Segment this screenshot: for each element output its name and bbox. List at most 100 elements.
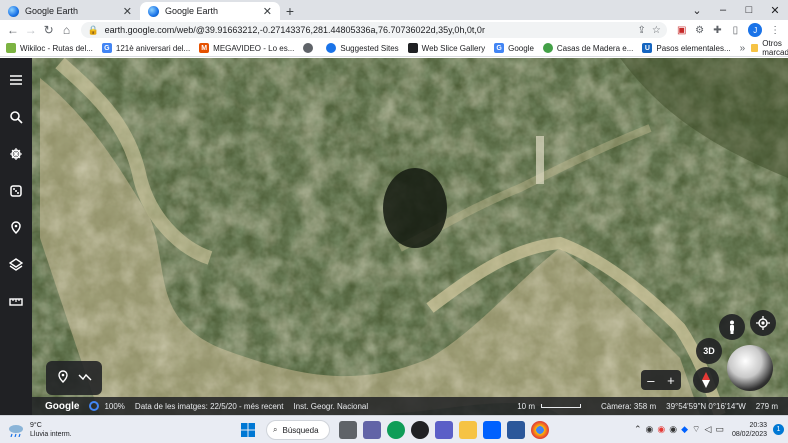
- reload-icon[interactable]: ↻: [40, 21, 58, 39]
- new-tab-button[interactable]: +: [280, 2, 300, 20]
- profile-avatar[interactable]: J: [748, 23, 763, 37]
- camera-altitude: Càmera: 358 m: [601, 401, 657, 411]
- measure-ruler-icon[interactable]: [4, 290, 28, 314]
- browser-toolbar: ← → ↻ ⌂ 🔒 earth.google.com/web/@39.91663…: [0, 20, 788, 40]
- maximize-button[interactable]: □: [736, 0, 762, 20]
- unknown-app-icon[interactable]: [411, 421, 429, 439]
- google-earth-favicon-icon: [148, 5, 159, 17]
- bookmark-item[interactable]: G 121è aniversari del...: [101, 43, 190, 53]
- extensions-puzzle-icon[interactable]: ✚: [709, 21, 727, 39]
- menu-hamburger-icon[interactable]: [4, 68, 28, 92]
- projects-pin-icon[interactable]: [4, 216, 28, 240]
- forward-arrow-icon[interactable]: →: [22, 21, 40, 39]
- app-icon[interactable]: [507, 421, 525, 439]
- dice-feeling-lucky-icon[interactable]: [4, 179, 28, 203]
- bookmark-item[interactable]: G Google: [494, 43, 534, 53]
- compass-icon[interactable]: [693, 367, 719, 393]
- file-explorer-icon[interactable]: [459, 421, 477, 439]
- task-view-icon[interactable]: [339, 421, 357, 439]
- bookmark-item[interactable]: Wikiloc - Rutas del...: [6, 43, 93, 53]
- google-logo: Google: [45, 400, 80, 412]
- other-bookmarks-folder[interactable]: Otros marcadores: [751, 39, 788, 57]
- dropbox-tray-icon[interactable]: ◆: [681, 424, 688, 435]
- draw-line-path-icon[interactable]: [78, 372, 92, 385]
- bookmark-item[interactable]: Suggested Sites: [326, 43, 399, 53]
- tray-app-icon[interactable]: ◉: [657, 424, 665, 435]
- chevron-up-icon[interactable]: ⌃: [634, 424, 642, 435]
- tray-app-icon[interactable]: ◉: [669, 424, 677, 435]
- loading-indicator-icon: [89, 401, 100, 411]
- my-location-icon[interactable]: [750, 310, 776, 336]
- voyager-ship-wheel-icon[interactable]: [4, 142, 28, 166]
- pasos-icon: U: [642, 43, 653, 53]
- search-icon: ⌕: [273, 425, 278, 434]
- tray-app-icon[interactable]: ◉: [646, 424, 654, 435]
- clock[interactable]: 20:33 08/02/2023: [732, 421, 767, 439]
- minimize-button[interactable]: –: [710, 0, 736, 20]
- dropbox-icon[interactable]: [483, 421, 501, 439]
- satellite-imagery[interactable]: [0, 58, 788, 415]
- lock-icon: 🔒: [87, 24, 99, 35]
- bookmark-star-icon[interactable]: ☆: [652, 25, 661, 36]
- scale-label: 10 m: [517, 401, 535, 411]
- battery-icon[interactable]: ▭: [715, 424, 724, 435]
- bookmark-item[interactable]: Casas de Madera e...: [542, 43, 633, 53]
- google-earth-favicon-icon: [8, 5, 19, 17]
- loading-percent: 100%: [104, 401, 125, 411]
- tab-title: Google Earth: [25, 6, 79, 16]
- zoom-controls: – +: [641, 370, 681, 390]
- share-icon[interactable]: ⇪: [637, 25, 645, 36]
- tab-close-icon[interactable]: ✕: [123, 5, 132, 18]
- extension-icon[interactable]: ▣: [673, 21, 691, 39]
- tab-title: Google Earth: [165, 6, 219, 16]
- extension-icon[interactable]: ⚙: [691, 21, 709, 39]
- menu-kebab-icon[interactable]: ⋮: [766, 21, 784, 39]
- weather-widget[interactable]: 9°C Lluvia interm.: [8, 421, 72, 439]
- tab-close-icon[interactable]: ✕: [263, 5, 272, 18]
- address-bar[interactable]: 🔒 earth.google.com/web/@39.91663212,-0.2…: [81, 22, 667, 38]
- taskbar-apps: ⌕ Búsqueda: [236, 419, 552, 441]
- imagery-attribution: Inst. Geogr. Nacional: [293, 401, 369, 411]
- bookmark-item[interactable]: U Pasos elementales...: [642, 43, 731, 53]
- tab-search-button[interactable]: ⌄: [684, 0, 710, 20]
- tab-google-earth-2[interactable]: Google Earth ✕: [140, 2, 280, 20]
- volume-icon[interactable]: ◁: [705, 424, 712, 435]
- bookmark-item[interactable]: Web Slice Gallery: [407, 43, 485, 53]
- bookmarks-bar: Wikiloc - Rutas del... G 121è aniversari …: [0, 39, 788, 57]
- url-text: earth.google.com/web/@39.91663212,-0.271…: [104, 25, 485, 35]
- add-placemark-pin-icon[interactable]: [57, 369, 69, 387]
- windows-taskbar: 9°C Lluvia interm. ⌕ Búsqueda ⌃ ◉ ◉ ◉ ◆ ⌔…: [0, 415, 788, 443]
- wifi-icon[interactable]: ⌔: [692, 424, 700, 435]
- weather-temp: 9°C: [30, 421, 42, 429]
- app-icon[interactable]: [435, 421, 453, 439]
- bookmarks-overflow-chevron-icon[interactable]: »: [740, 43, 746, 54]
- taskbar-search[interactable]: ⌕ Búsqueda: [266, 420, 330, 440]
- windows-start-icon[interactable]: [239, 421, 257, 439]
- notification-badge[interactable]: 1: [773, 424, 784, 435]
- earth-viewport[interactable]: 3D – + Google 100% Data de les imatges: …: [0, 58, 788, 415]
- clock-time: 20:33: [749, 421, 767, 429]
- tab-google-earth-1[interactable]: Google Earth ✕: [0, 2, 140, 20]
- zoom-in-button[interactable]: +: [667, 373, 675, 388]
- back-arrow-icon[interactable]: ←: [4, 21, 22, 39]
- clock-date: 08/02/2023: [731, 430, 767, 438]
- bookmark-item[interactable]: [303, 43, 317, 53]
- bookmark-item[interactable]: M MEGAVIDEO - Lo es...: [199, 43, 294, 53]
- close-window-button[interactable]: ✕: [762, 0, 788, 20]
- window-controls: ⌄ – □ ✕: [684, 0, 788, 20]
- imagery-date: Data de les imatges: 22/5/20 - més recen…: [134, 401, 284, 411]
- toggle-3d-button[interactable]: 3D: [696, 338, 722, 364]
- teams-chat-icon[interactable]: [363, 421, 381, 439]
- pegman-street-view-icon[interactable]: [719, 314, 745, 340]
- earth-status-bar: Google 100% Data de les imatges: 22/5/20…: [32, 397, 788, 415]
- search-icon[interactable]: [4, 105, 28, 129]
- mini-globe-icon[interactable]: [727, 345, 773, 391]
- chrome-icon[interactable]: [531, 421, 549, 439]
- sidebar-icon[interactable]: ▯: [726, 21, 744, 39]
- wikiloc-icon: [6, 43, 16, 53]
- home-icon[interactable]: ⌂: [58, 21, 76, 39]
- edge-browser-icon[interactable]: [387, 421, 405, 439]
- rain-cloud-icon: [8, 423, 24, 437]
- zoom-out-button[interactable]: –: [647, 373, 654, 388]
- map-style-layers-icon[interactable]: [4, 253, 28, 277]
